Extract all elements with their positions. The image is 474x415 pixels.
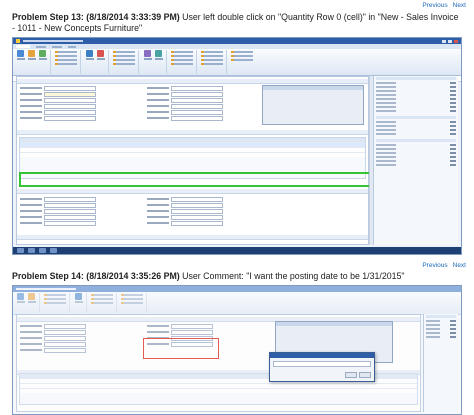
windows-app-icon — [16, 39, 20, 43]
minimize-icon[interactable] — [442, 39, 446, 43]
step-13-heading: Problem Step 13: (8/18/2014 3:33:39 PM) — [12, 12, 180, 22]
comment-dialog — [269, 352, 375, 382]
ribbon-navigate-icon[interactable] — [38, 50, 47, 60]
next-link[interactable]: Next — [453, 2, 466, 9]
fasttab-invoicing[interactable] — [17, 189, 368, 194]
ribbon — [13, 49, 461, 76]
previous-link[interactable]: Previous — [422, 2, 447, 9]
ribbon-dimensions-icon[interactable] — [143, 50, 152, 60]
ribbon-tab-home[interactable] — [16, 45, 30, 48]
comment-dialog-title — [270, 353, 374, 358]
factbox-pane — [373, 76, 458, 245]
step-13-nav: Previous Next — [417, 2, 466, 9]
ribbon-customer-icon[interactable] — [85, 50, 94, 60]
table-row[interactable] — [20, 152, 365, 157]
start-button-icon[interactable] — [17, 248, 24, 253]
step-14-heading: Problem Step 14: (8/18/2014 3:35:26 PM) — [12, 271, 180, 281]
step-13-title: Problem Step 13: (8/18/2014 3:33:39 PM) … — [12, 12, 462, 34]
lookup-panel — [262, 85, 364, 125]
ribbon-post-icon[interactable] — [16, 50, 25, 60]
cancel-button[interactable] — [359, 372, 371, 378]
taskbar — [13, 247, 461, 254]
comment-input[interactable] — [273, 361, 371, 367]
next-link[interactable]: Next — [453, 262, 466, 269]
taskbar-app-icon[interactable] — [28, 248, 35, 253]
previous-link[interactable]: Previous — [422, 262, 447, 269]
quantity-cell-highlight — [19, 172, 372, 187]
step-14-description: User Comment: "I want the posting date t… — [179, 271, 405, 281]
step-14-title: Problem Step 14: (8/18/2014 3:35:26 PM) … — [12, 271, 462, 282]
ribbon-tab-actions[interactable] — [36, 45, 46, 48]
step-13-screenshot — [12, 37, 462, 255]
ribbon-tab-report[interactable] — [68, 45, 76, 48]
posting-date-highlight — [143, 338, 219, 359]
ribbon — [13, 292, 461, 315]
step-14-screenshot — [12, 285, 462, 415]
taskbar-app-icon[interactable] — [50, 248, 57, 253]
ribbon-tab-navigate[interactable] — [52, 45, 62, 48]
ok-button[interactable] — [345, 372, 357, 378]
fasttab-lines[interactable] — [17, 130, 368, 135]
close-icon[interactable] — [454, 39, 458, 43]
window-title-placeholder — [16, 288, 76, 290]
ribbon-release-icon[interactable] — [27, 50, 36, 60]
fasttab-shipping[interactable] — [17, 235, 368, 240]
window-title-placeholder — [23, 40, 83, 42]
factbox-pane — [423, 314, 458, 412]
ribbon-approval-icon[interactable] — [154, 50, 163, 60]
ribbon-statistics-icon[interactable] — [96, 50, 105, 60]
maximize-icon[interactable] — [448, 39, 452, 43]
sales-invoice-form — [16, 76, 372, 245]
taskbar-app-icon[interactable] — [39, 248, 46, 253]
step-14-nav: Previous Next — [417, 262, 466, 269]
